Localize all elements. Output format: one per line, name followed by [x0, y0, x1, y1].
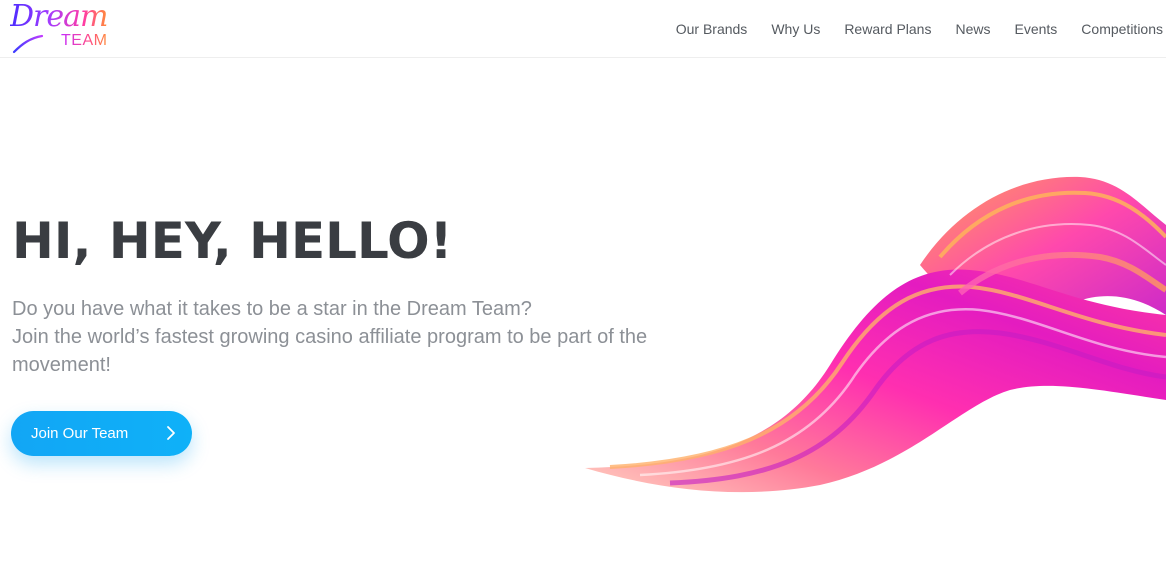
nav-item-news[interactable]: News	[943, 18, 1002, 40]
nav-item-competitions[interactable]: Competitions	[1069, 18, 1163, 40]
hero-title: HI, HEY, HELLO!	[12, 212, 453, 270]
chevron-right-icon	[167, 426, 175, 440]
logo-script-text: Dream	[10, 0, 108, 34]
page: Dream TEAM Our Brands Why Us Reward Plan…	[0, 0, 1166, 563]
nav-item-why-us[interactable]: Why Us	[759, 18, 832, 40]
dream-team-logo[interactable]: Dream TEAM	[10, 0, 120, 54]
logo-sub-text: TEAM	[61, 32, 108, 49]
hero-line-1: Do you have what it takes to be a star i…	[12, 298, 532, 320]
nav-item-reward-plans[interactable]: Reward Plans	[832, 18, 943, 40]
hero-description: Do you have what it takes to be a star i…	[12, 295, 672, 379]
main-nav: Our Brands Why Us Reward Plans News Even…	[664, 18, 1163, 40]
nav-item-our-brands[interactable]: Our Brands	[664, 18, 760, 40]
logo-swoosh-icon	[12, 34, 44, 54]
site-header: Dream TEAM Our Brands Why Us Reward Plan…	[0, 0, 1166, 58]
join-our-team-button[interactable]: Join Our Team	[11, 411, 192, 456]
join-our-team-label: Join Our Team	[31, 425, 129, 442]
hero-line-3: movement!	[12, 354, 111, 376]
hero-line-2: Join the world’s fastest growing casino …	[12, 326, 648, 348]
nav-item-events[interactable]: Events	[1002, 18, 1069, 40]
